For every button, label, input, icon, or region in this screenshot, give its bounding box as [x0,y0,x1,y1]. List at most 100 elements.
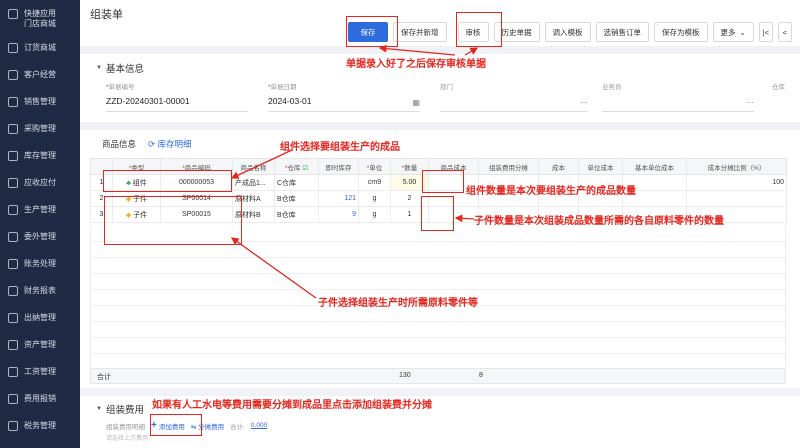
tab-stock-detail[interactable]: ⟳ 库存明细 [148,138,192,150]
user-icon [8,69,18,80]
col-qty-label: 数量 [404,164,418,172]
row-cost-ratio[interactable]: 100 [686,174,787,191]
highlight-assembly-row [103,170,232,192]
save-and-new-button[interactable]: 保存并新增 [393,22,447,42]
basic-info-label: 基本信息 [105,64,144,75]
row-stock[interactable]: 121 [318,190,359,207]
row-unit[interactable]: cm9 [358,174,391,191]
staff-field[interactable]: 业务员 ⋯ [602,81,754,112]
sidebar-item-reports[interactable]: 财务报表 [0,277,80,304]
sidebar-item-label: 采购管理 [24,124,56,133]
grid-icon [8,9,18,19]
row-cost-ratio [686,190,787,207]
sidebar-item-label: 税务管理 [24,421,56,430]
sidebar-item-label: 委外管理 [24,232,56,241]
date-field[interactable]: *单据日期 2024-03-01 ▦ [268,81,420,112]
outsource-icon [8,231,18,242]
sidebar-item-accounting[interactable]: 账务处理 [0,250,80,277]
sidebar-item-label: 费用报销 [24,394,56,403]
date-underline [268,111,420,112]
sidebar-item-inventory[interactable]: 库存管理 [0,142,80,169]
row-unit[interactable]: g [358,206,391,223]
doc-no-label-text: 单据编号 [108,84,135,91]
col-unit: *单位 [358,158,391,175]
sidebar-item-customer[interactable]: 客户经营 [0,61,80,88]
money-icon [8,177,18,188]
tab-goods-info[interactable]: 商品信息 [102,138,136,150]
fee-hint: 请选择上方费用 [106,436,149,442]
sidebar-item-expense[interactable]: 费用报销 [0,385,80,412]
select-sales-order-button[interactable]: 选销售订单 [595,22,649,42]
doc-no-value: ZZD-20240301-00001 [106,96,190,106]
note-parts: 子件选择组装生产时所需原料零件等 [318,298,478,309]
sidebar-item-purchase[interactable]: 采购管理 [0,115,80,142]
checkbox-icon[interactable]: ☑ [302,165,308,172]
sidebar-item-label: 快捷应用 门店商城 [24,9,56,28]
sidebar-item-sales[interactable]: 销售管理 [0,88,80,115]
warehouse-icon [8,150,18,161]
highlight-save [346,16,398,47]
row-stock[interactable]: 9 [318,206,359,223]
date-label-text: 单据日期 [270,84,297,91]
row-warehouse[interactable]: B仓库 [274,206,319,223]
sidebar-item-receivable[interactable]: 应收应付 [0,169,80,196]
dept-value [440,96,588,108]
sidebar-item-outsource[interactable]: 委外管理 [0,223,80,250]
sidebar-item-label: 财务报表 [24,286,56,295]
col-cost: 成本 [538,158,579,175]
first-page-button[interactable]: |< [758,22,773,42]
sidebar-item-assets[interactable]: 资产管理 [0,331,80,358]
col-base-unit-cost: 基本单位成本 [622,158,687,175]
cart-icon [8,42,18,53]
col-name: 商品名称 [232,158,275,175]
toolbar: 保存 保存并新增 审核 历史单据 调入模板 选销售订单 保存为模板 更多 ⌄ |<… [348,22,792,42]
row-warehouse[interactable]: C仓库 [274,174,319,191]
row-unit[interactable]: g [358,190,391,207]
col-cost-ratio: 成本分摊比例（%） [686,158,787,175]
sidebar-item-label: 销售管理 [24,97,56,106]
highlight-parts-qty [421,196,454,231]
sidebar-item-cashier[interactable]: 出纳管理 [0,304,80,331]
expense-icon [8,393,18,404]
caret-down-icon: ▼ [96,65,102,71]
save-as-template-button[interactable]: 保存为模板 [654,22,708,42]
import-template-button[interactable]: 调入模板 [544,22,591,42]
ellipsis-icon[interactable]: ⋯ [580,98,588,107]
dept-field[interactable]: 部门 ⋯ [440,81,588,112]
col-unit-label: 单位 [369,164,383,172]
report-icon [8,285,18,296]
row-warehouse[interactable]: B仓库 [274,190,319,207]
fee-total-label: 合计: [230,423,245,431]
ellipsis-icon[interactable]: ⋯ [746,98,754,107]
factory-icon [8,204,18,215]
divider [80,122,800,130]
warehouse-field[interactable]: 仓库 [772,81,800,91]
asset-icon [8,339,18,350]
page-title: 组装单 [90,9,123,21]
warehouse-label: 仓库 [772,84,785,91]
more-button[interactable]: 更多 ⌄ [712,22,754,42]
sidebar-item-label: 应收应付 [24,178,56,187]
doc-no-label: *单据编号 [106,81,248,91]
basic-info-title[interactable]: ▼ 基本信息 [96,61,144,75]
fee-total-value[interactable]: 0.000 [251,422,267,429]
highlight-add-fee [150,414,202,436]
staff-value [602,96,754,108]
sidebar-item-label: 库存管理 [24,151,56,160]
sidebar-item-order-mall[interactable]: 订货商城 [0,34,80,61]
calendar-icon[interactable]: ▦ [412,98,420,107]
divider [80,388,800,396]
sidebar: 快捷应用 门店商城 订货商城 客户经营 销售管理 采购管理 库存管理 应收应付 … [0,0,80,448]
sidebar-item-tax[interactable]: 税务管理 [0,412,80,439]
doc-no-field[interactable]: *单据编号 ZZD-20240301-00001 [106,81,248,112]
sidebar-item-quick-apps[interactable]: 快捷应用 门店商城 [0,0,80,34]
col-stock: 即时库存 [318,158,359,175]
sidebar-item-label: 工资管理 [24,367,56,376]
sidebar-item-production[interactable]: 生产管理 [0,196,80,223]
sync-icon: ⟳ [148,139,158,149]
total-label: 合计 [97,374,111,381]
prev-page-button[interactable]: < [777,22,792,42]
fee-section-title[interactable]: ▼ 组装费用 [96,402,144,416]
table-total-row: 合计 130 8 [90,368,786,384]
sidebar-item-salary[interactable]: 工资管理 [0,358,80,385]
